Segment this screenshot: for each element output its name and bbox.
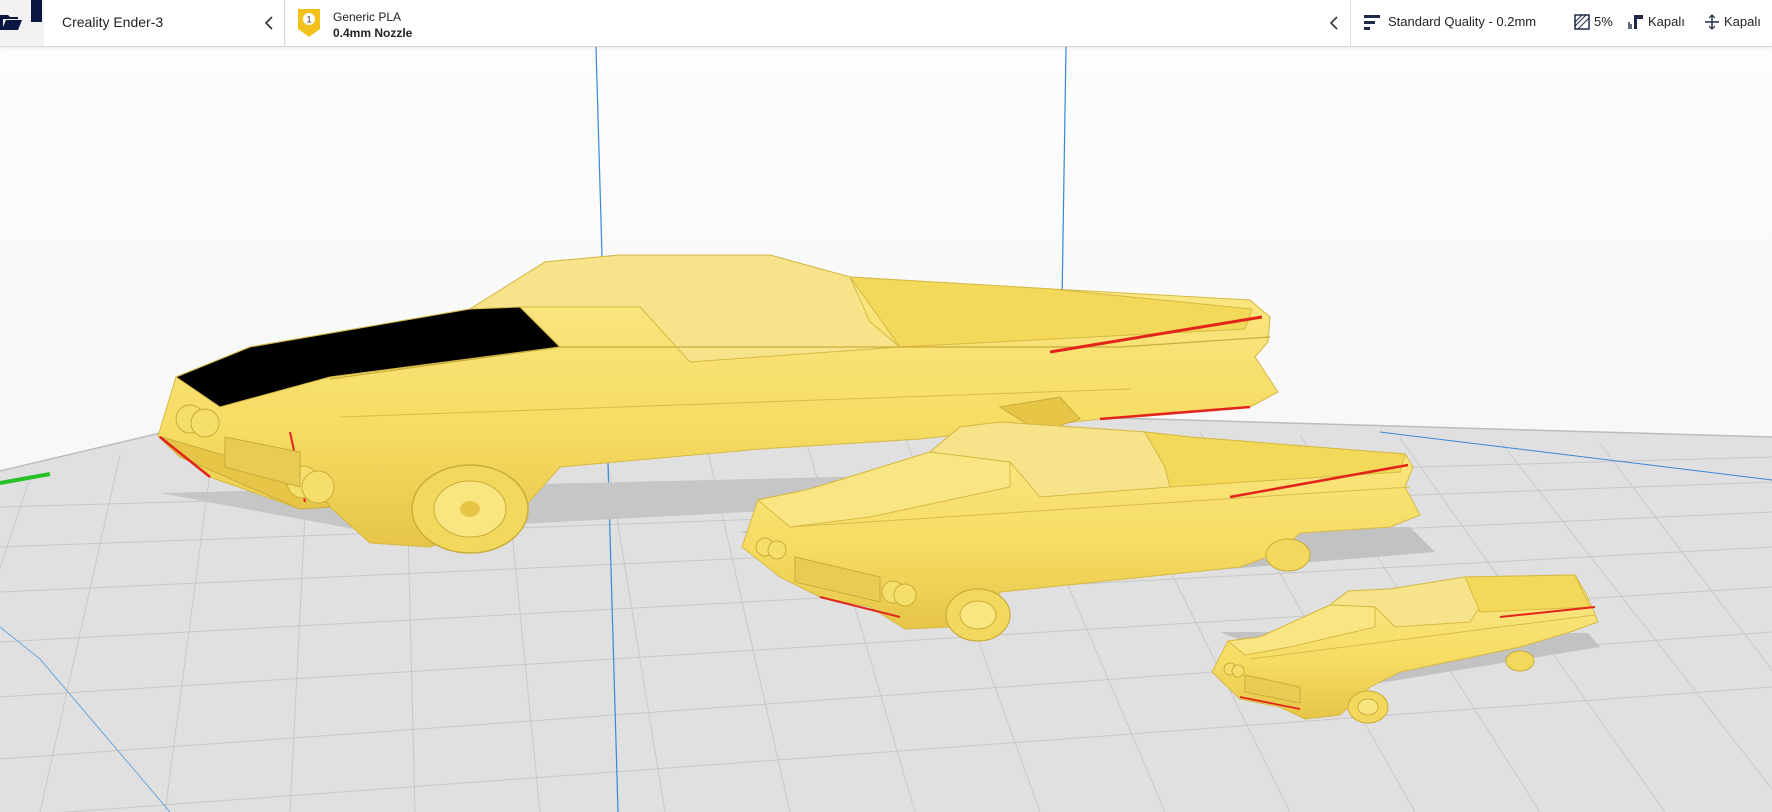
- extruder-number: 1: [306, 15, 311, 25]
- support-value: Kapalı: [1648, 14, 1685, 29]
- scene-canvas[interactable]: [0, 47, 1772, 812]
- printer-name: Creality Ender-3: [62, 14, 164, 30]
- adhesion-icon: [1705, 14, 1719, 30]
- printer-selector[interactable]: Creality Ender-3: [44, 0, 285, 46]
- adhesion-value: Kapalı: [1724, 14, 1761, 29]
- quality-profile: Standard Quality - 0.2mm: [1388, 14, 1537, 29]
- material-name: Generic PLA: [333, 10, 402, 24]
- chevron-left-icon[interactable]: [1327, 15, 1341, 31]
- nozzle-size: 0.4mm Nozzle: [333, 26, 413, 40]
- folder-open-icon[interactable]: [0, 13, 22, 31]
- material-selector[interactable]: 1 Generic PLA 0.4mm Nozzle: [285, 0, 1351, 46]
- header-accent: [31, 0, 42, 22]
- infill-value: 5%: [1594, 14, 1613, 29]
- open-file-area[interactable]: [0, 0, 44, 46]
- chevron-left-icon[interactable]: [262, 15, 276, 31]
- 3d-viewport[interactable]: [0, 47, 1772, 812]
- support-icon: [1628, 15, 1643, 29]
- extruder-badge-icon: 1: [298, 9, 320, 37]
- top-toolbar: Creality Ender-3 1 Generic PLA 0.4mm Noz…: [0, 0, 1772, 47]
- infill-icon: [1574, 14, 1590, 30]
- layer-height-icon: [1364, 15, 1380, 30]
